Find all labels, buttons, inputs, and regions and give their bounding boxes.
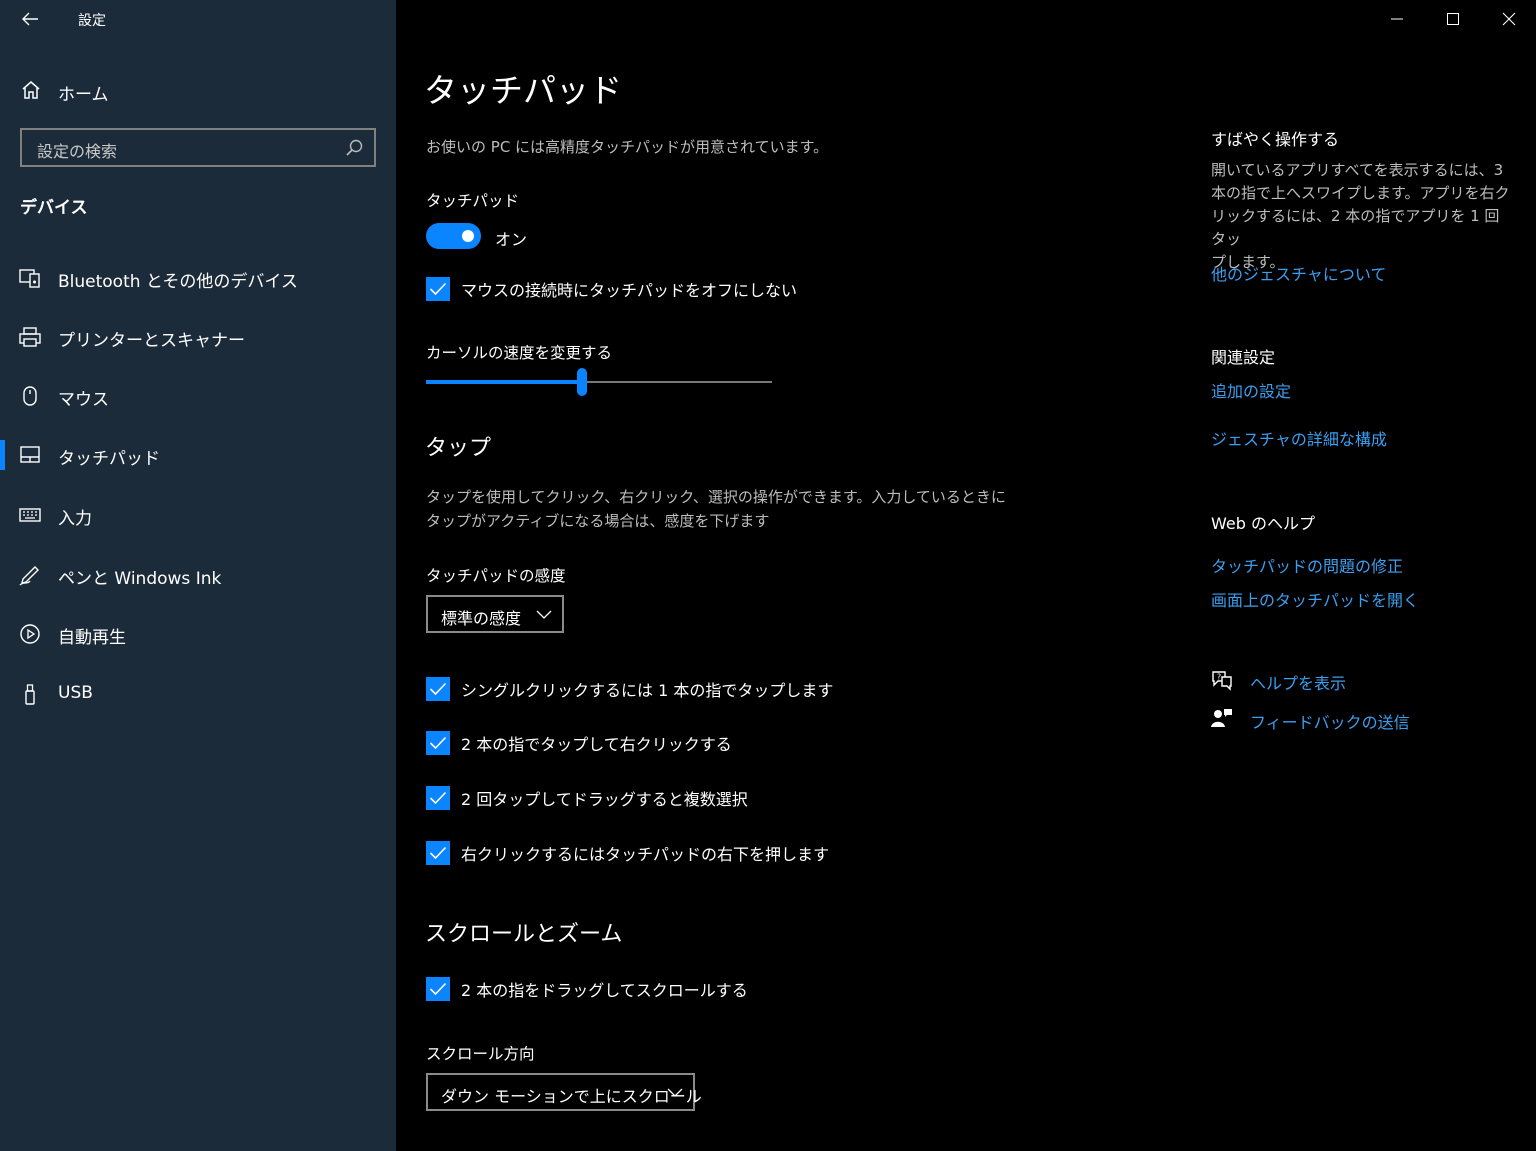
bluetooth-device-icon: [19, 269, 40, 288]
checkbox[interactable]: [426, 786, 450, 810]
home-icon: [22, 81, 40, 99]
feedback-icon: [1211, 709, 1232, 727]
checkmark-icon: [429, 682, 447, 696]
sidebar-item-touchpad[interactable]: タッチパッド: [0, 433, 396, 477]
checkbox-label: 2 本の指をドラッグしてスクロールする: [461, 981, 748, 1000]
gestures-link[interactable]: 他のジェスチャについて: [1211, 261, 1386, 285]
checkbox-label: 2 本の指でタップして右クリックする: [461, 735, 732, 754]
sidebar-item-label: タッチパッド: [58, 449, 160, 469]
show-help-link[interactable]: ヘルプを表示: [1250, 670, 1346, 694]
checkbox-label: シングルクリックするには 1 本の指でタップします: [461, 681, 834, 700]
quick-desc-line: 開いているアプリすべてを表示するには、3: [1211, 161, 1504, 179]
sidebar-item-label: マウス: [58, 390, 109, 410]
checkmark-icon: [429, 982, 447, 996]
tap-drag-multiselect-checkbox[interactable]: 2 回タップしてドラッグすると複数選択: [426, 784, 748, 812]
sidebar-home[interactable]: ホーム: [0, 70, 396, 110]
help-chat-icon: ?: [1212, 671, 1232, 691]
sidebar-item-bluetooth[interactable]: Bluetooth とその他のデバイス: [0, 256, 396, 300]
sidebar: 設定 ホーム 設定の検索 デバイス Bluetooth とその他のデバイス プリ…: [0, 0, 396, 1151]
keyboard-icon: [19, 508, 41, 522]
touchpad-label: タッチパッド: [426, 192, 520, 210]
scroll-direction-label: スクロール方向: [426, 1045, 535, 1063]
taps-desc-line2: タップがアクティブになる場合は、感度を下げます: [426, 512, 770, 530]
checkbox[interactable]: [426, 977, 450, 1001]
toggle-state: オン: [495, 230, 528, 249]
main-content: タッチパッド お使いの PC には高精度タッチパッドが用意されています。 タッチ…: [396, 0, 1536, 1151]
send-feedback-link[interactable]: フィードバックの送信: [1250, 709, 1410, 733]
svg-text:?: ?: [1217, 673, 1221, 682]
scroll-direction-value: ダウン モーションで上にスクロール: [441, 1087, 702, 1106]
sidebar-item-label: Bluetooth とその他のデバイス: [58, 272, 298, 292]
checkmark-icon: [429, 791, 447, 805]
cursor-speed-label: カーソルの速度を変更する: [426, 344, 613, 362]
tap-right-click-checkbox[interactable]: 2 本の指でタップして右クリックする: [426, 729, 732, 757]
section-title: デバイス: [20, 198, 88, 218]
precision-note: お使いの PC には高精度タッチパッドが用意されています。: [426, 138, 829, 156]
sensitivity-label: タッチパッドの感度: [426, 567, 566, 585]
keep-on-with-mouse-checkbox[interactable]: マウスの接続時にタッチパッドをオフにしない: [426, 275, 797, 303]
sidebar-item-mouse[interactable]: マウス: [0, 374, 396, 418]
printer-icon: [19, 327, 41, 347]
web-help-heading: Web のヘルプ: [1211, 514, 1315, 533]
app-title: 設定: [78, 13, 106, 29]
checkbox[interactable]: [426, 841, 450, 865]
taps-desc-line1: タップを使用してクリック、右クリック、選択の操作ができます。入力しているときに: [426, 488, 1006, 506]
press-lower-right-checkbox[interactable]: 右クリックするにはタッチパッドの右下を押します: [426, 839, 829, 867]
sensitivity-dropdown[interactable]: 標準の感度: [426, 595, 564, 633]
search-placeholder: 設定の検索: [37, 142, 118, 161]
autoplay-icon: [20, 624, 40, 644]
checkbox[interactable]: [426, 277, 450, 301]
back-button[interactable]: [14, 6, 46, 32]
back-arrow-icon: [22, 12, 38, 26]
scroll-zoom-heading: スクロールとズーム: [425, 922, 623, 947]
usb-icon: [25, 684, 35, 705]
sidebar-item-label: 自動再生: [58, 628, 126, 648]
related-heading: 関連設定: [1211, 348, 1276, 367]
additional-settings-link[interactable]: 追加の設定: [1211, 378, 1291, 402]
search-icon[interactable]: [344, 138, 364, 158]
quick-description: 開いているアプリすべてを表示するには、3 本の指で上へスワイプします。アプリを右…: [1211, 159, 1511, 274]
checkbox[interactable]: [426, 731, 450, 755]
sidebar-item-label: プリンターとスキャナー: [58, 331, 245, 351]
scroll-direction-dropdown[interactable]: ダウン モーションで上にスクロール: [426, 1073, 702, 1111]
touchpad-icon: [20, 446, 40, 463]
sensitivity-value: 標準の感度: [441, 609, 522, 628]
gesture-config-link[interactable]: ジェスチャの詳細な構成: [1211, 426, 1387, 450]
checkmark-icon: [429, 846, 447, 860]
sidebar-item-label: 入力: [58, 509, 92, 529]
home-label: ホーム: [58, 85, 109, 105]
sidebar-item-label: USB: [58, 683, 93, 703]
checkbox-label: 2 回タップしてドラッグすると複数選択: [461, 790, 748, 809]
mouse-icon: [23, 386, 37, 406]
sidebar-item-typing[interactable]: 入力: [0, 493, 396, 537]
sidebar-item-printers[interactable]: プリンターとスキャナー: [0, 315, 396, 359]
sidebar-item-label: ペンと Windows Ink: [58, 569, 222, 589]
chevron-down-icon: [667, 1088, 683, 1097]
onscreen-touchpad-link[interactable]: 画面上のタッチパッドを開く: [1211, 587, 1419, 611]
cursor-speed-thumb[interactable]: [576, 368, 587, 396]
fix-touchpad-link[interactable]: タッチパッドの問題の修正: [1211, 553, 1403, 577]
tap-single-click-checkbox[interactable]: シングルクリックするには 1 本の指でタップします: [426, 675, 833, 703]
two-finger-scroll-checkbox[interactable]: 2 本の指をドラッグしてスクロールする: [426, 975, 748, 1003]
touchpad-toggle[interactable]: [426, 223, 481, 249]
sidebar-item-pen[interactable]: ペンと Windows Ink: [0, 553, 396, 597]
checkmark-icon: [429, 282, 447, 296]
pen-icon: [19, 566, 39, 586]
sidebar-item-autoplay[interactable]: 自動再生: [0, 612, 396, 656]
quick-desc-line: リックするには、2 本の指でアプリを 1 回タッ: [1211, 207, 1500, 248]
quick-desc-line: 本の指で上へスワイプします。アプリを右ク: [1211, 184, 1510, 202]
quick-heading: すばやく操作する: [1211, 130, 1340, 149]
checkbox-label: 右クリックするにはタッチパッドの右下を押します: [461, 845, 830, 864]
checkbox[interactable]: [426, 677, 450, 701]
checkmark-icon: [429, 736, 447, 750]
cursor-speed-fill: [426, 380, 582, 384]
checkbox-label: マウスの接続時にタッチパッドをオフにしない: [461, 281, 798, 300]
chevron-down-icon: [536, 610, 552, 619]
search-input[interactable]: 設定の検索: [20, 128, 376, 167]
taps-heading: タップ: [425, 436, 492, 461]
page-title: タッチパッド: [424, 71, 622, 110]
sidebar-item-usb[interactable]: USB: [0, 672, 396, 716]
